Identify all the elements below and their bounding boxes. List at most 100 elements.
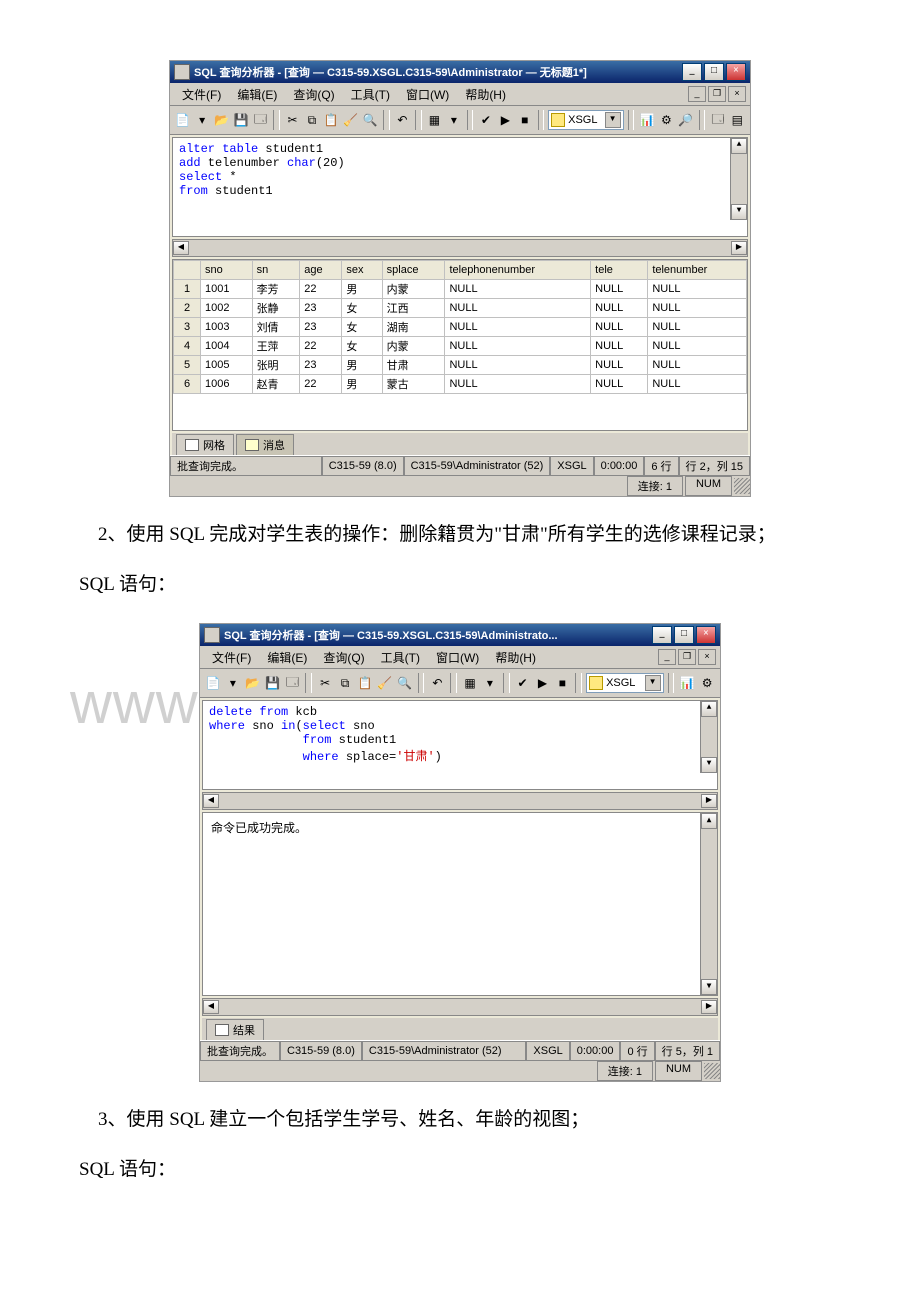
- mdi-close-button[interactable]: ×: [698, 649, 716, 665]
- database-selector[interactable]: XSGL ▼: [586, 673, 663, 693]
- menu-query[interactable]: 查询(Q): [315, 647, 372, 668]
- resize-grip-icon[interactable]: [734, 478, 750, 494]
- find-icon[interactable]: 🔍: [362, 109, 379, 131]
- scroll-down-icon[interactable]: ▼: [701, 757, 717, 773]
- tab-messages[interactable]: 消息: [236, 434, 294, 455]
- menu-query[interactable]: 查询(Q): [285, 84, 342, 105]
- stop-icon[interactable]: ■: [553, 672, 571, 694]
- menu-file[interactable]: 文件(F): [204, 647, 259, 668]
- chevron-down-icon[interactable]: ▼: [645, 675, 661, 691]
- menu-edit[interactable]: 编辑(E): [229, 84, 285, 105]
- mode-drop-icon[interactable]: ▾: [445, 109, 462, 131]
- col-telephonenumber[interactable]: telephonenumber: [445, 261, 591, 280]
- minimize-button[interactable]: _: [652, 626, 672, 644]
- cut-icon[interactable]: ✂: [284, 109, 301, 131]
- minimize-button[interactable]: _: [682, 63, 702, 81]
- clear-icon[interactable]: 🧹: [376, 672, 394, 694]
- chevron-down-icon[interactable]: ▼: [605, 112, 621, 128]
- horizontal-scrollbar[interactable]: ◀ ▶: [202, 998, 718, 1016]
- undo-icon[interactable]: ↶: [428, 672, 446, 694]
- paste-icon[interactable]: 📋: [356, 672, 374, 694]
- menu-help[interactable]: 帮助(H): [457, 84, 514, 105]
- execute-icon[interactable]: ▶: [497, 109, 514, 131]
- resize-grip-icon[interactable]: [704, 1063, 720, 1079]
- col-sn[interactable]: sn: [252, 261, 300, 280]
- scroll-right-icon[interactable]: ▶: [701, 794, 717, 808]
- close-button[interactable]: ×: [726, 63, 746, 81]
- new-query-icon[interactable]: 📄: [204, 672, 222, 694]
- copy-icon[interactable]: ⧉: [303, 109, 320, 131]
- menu-tools[interactable]: 工具(T): [343, 84, 398, 105]
- menu-tools[interactable]: 工具(T): [373, 647, 428, 668]
- insert-template-icon[interactable]: 🗔: [252, 109, 269, 131]
- scroll-right-icon[interactable]: ▶: [701, 1000, 717, 1014]
- find-icon[interactable]: 🔍: [396, 672, 414, 694]
- dropdown-icon[interactable]: ▾: [224, 672, 242, 694]
- col-sex[interactable]: sex: [342, 261, 382, 280]
- results-icon[interactable]: ▤: [729, 109, 746, 131]
- window-icon[interactable]: 🗔: [709, 109, 726, 131]
- menu-file[interactable]: 文件(F): [174, 84, 229, 105]
- horizontal-scrollbar[interactable]: ◀ ▶: [202, 792, 718, 810]
- mode-drop-icon[interactable]: ▾: [481, 672, 499, 694]
- mdi-restore-button[interactable]: ❐: [708, 86, 726, 102]
- results-grid[interactable]: sno sn age sex splace telephonenumber te…: [172, 259, 748, 431]
- cut-icon[interactable]: ✂: [316, 672, 334, 694]
- messages-pane[interactable]: 命令已成功完成。 ▲▼: [202, 812, 718, 996]
- horizontal-scrollbar[interactable]: ◀ ▶: [172, 239, 748, 257]
- paste-icon[interactable]: 📋: [323, 109, 340, 131]
- database-selector[interactable]: XSGL ▼: [548, 110, 623, 130]
- tab-results[interactable]: 结果: [206, 1019, 264, 1040]
- maximize-button[interactable]: □: [704, 63, 724, 81]
- scroll-left-icon[interactable]: ◀: [173, 241, 189, 255]
- sql-editor[interactable]: delete from kcb where sno in(select sno …: [202, 700, 718, 790]
- open-icon[interactable]: 📂: [213, 109, 230, 131]
- parse-icon[interactable]: ✔: [477, 109, 494, 131]
- save-icon[interactable]: 💾: [264, 672, 282, 694]
- maximize-button[interactable]: □: [674, 626, 694, 644]
- menu-window[interactable]: 窗口(W): [398, 84, 457, 105]
- scroll-up-icon[interactable]: ▲: [731, 138, 747, 154]
- title-bar[interactable]: SQL 查询分析器 - [查询 — C315-59.XSGL.C315-59\A…: [170, 61, 750, 83]
- undo-icon[interactable]: ↶: [394, 109, 411, 131]
- col-telenumber[interactable]: telenumber: [648, 261, 747, 280]
- save-icon[interactable]: 💾: [232, 109, 249, 131]
- col-sno[interactable]: sno: [201, 261, 253, 280]
- execute-icon[interactable]: ▶: [534, 672, 552, 694]
- vertical-scrollbar[interactable]: ▲▼: [700, 701, 717, 773]
- scroll-left-icon[interactable]: ◀: [203, 794, 219, 808]
- close-button[interactable]: ×: [696, 626, 716, 644]
- show-plan-icon[interactable]: 📊: [638, 109, 655, 131]
- mdi-restore-button[interactable]: ❐: [678, 649, 696, 665]
- parse-icon[interactable]: ✔: [514, 672, 532, 694]
- show-plan-icon[interactable]: 📊: [678, 672, 696, 694]
- scroll-down-icon[interactable]: ▼: [731, 204, 747, 220]
- mode-icon[interactable]: ▦: [426, 109, 443, 131]
- options-icon[interactable]: ⚙: [698, 672, 716, 694]
- title-bar[interactable]: SQL 查询分析器 - [查询 — C315-59.XSGL.C315-59\A…: [200, 624, 720, 646]
- scroll-right-icon[interactable]: ▶: [731, 241, 747, 255]
- scroll-up-icon[interactable]: ▲: [701, 813, 717, 829]
- mdi-minimize-button[interactable]: _: [658, 649, 676, 665]
- sql-editor[interactable]: alter table student1 add telenumber char…: [172, 137, 748, 237]
- insert-template-icon[interactable]: 🗔: [284, 672, 302, 694]
- col-splace[interactable]: splace: [382, 261, 445, 280]
- mdi-minimize-button[interactable]: _: [688, 86, 706, 102]
- tab-grid[interactable]: 网格: [176, 434, 234, 455]
- clear-icon[interactable]: 🧹: [342, 109, 359, 131]
- dropdown-icon[interactable]: ▾: [193, 109, 210, 131]
- mode-icon[interactable]: ▦: [461, 672, 479, 694]
- copy-icon[interactable]: ⧉: [336, 672, 354, 694]
- col-tele[interactable]: tele: [591, 261, 648, 280]
- vertical-scrollbar[interactable]: ▲▼: [730, 138, 747, 220]
- options-icon[interactable]: ⚙: [658, 109, 675, 131]
- col-age[interactable]: age: [300, 261, 342, 280]
- stop-icon[interactable]: ■: [516, 109, 533, 131]
- mdi-close-button[interactable]: ×: [728, 86, 746, 102]
- scroll-left-icon[interactable]: ◀: [203, 1000, 219, 1014]
- scroll-down-icon[interactable]: ▼: [701, 979, 717, 995]
- menu-window[interactable]: 窗口(W): [428, 647, 487, 668]
- object-browser-icon[interactable]: 🔎: [677, 109, 694, 131]
- vertical-scrollbar[interactable]: ▲▼: [700, 813, 717, 995]
- menu-edit[interactable]: 编辑(E): [259, 647, 315, 668]
